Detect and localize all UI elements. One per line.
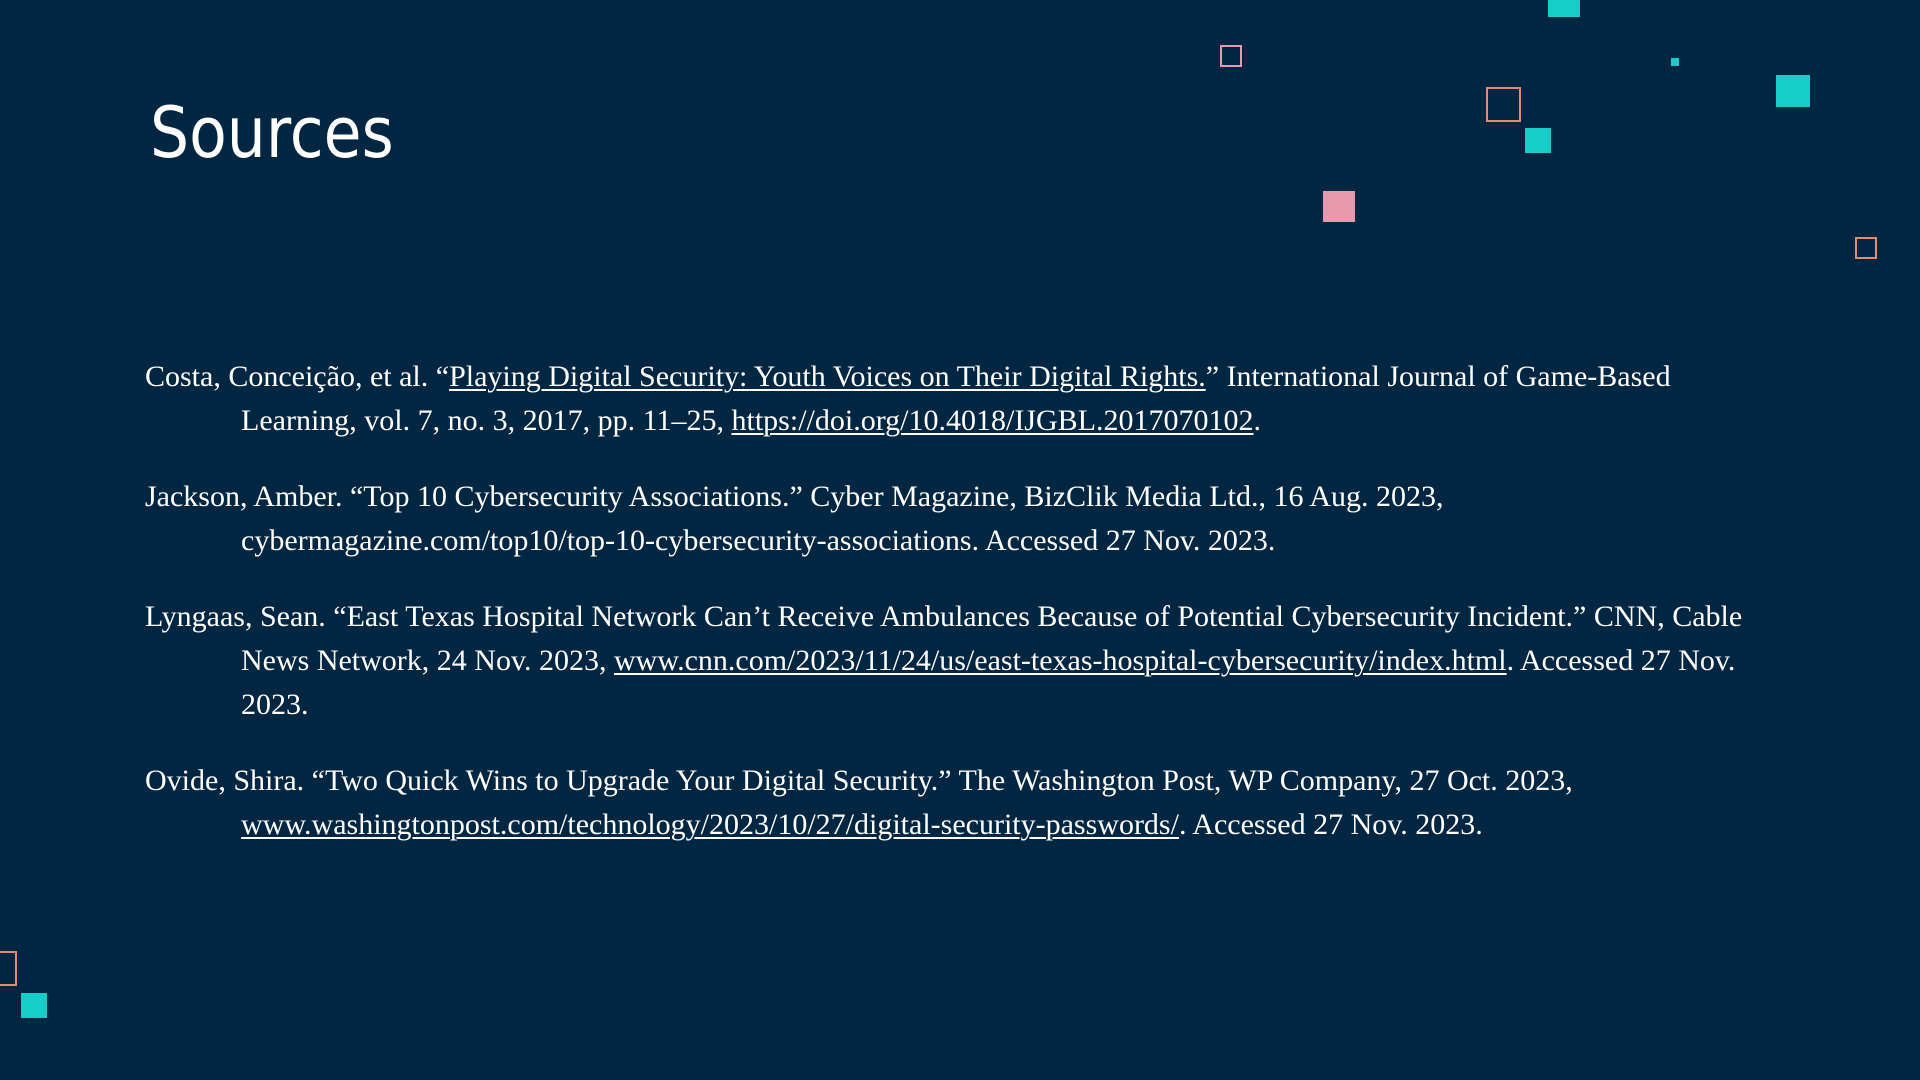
reference-item: Ovide, Shira. “Two Quick Wins to Upgrade… [145, 759, 1785, 847]
reference-item: Jackson, Amber. “Top 10 Cybersecurity As… [145, 475, 1785, 563]
reference-text: . [1253, 404, 1261, 437]
page-title: Sources [150, 92, 394, 174]
reference-url-link[interactable]: www.cnn.com/2023/11/24/us/east-texas-hos… [614, 644, 1507, 677]
reference-text: Ovide, Shira. “Two Quick Wins to Upgrade… [145, 764, 1573, 797]
reference-list: Costa, Conceição, et al. “Playing Digita… [145, 355, 1785, 879]
reference-item: Lyngaas, Sean. “East Texas Hospital Netw… [145, 595, 1785, 727]
decor-square-outline [0, 951, 17, 986]
reference-title-link[interactable]: Playing Digital Security: Youth Voices o… [449, 360, 1206, 393]
reference-text: Jackson, Amber. “Top 10 Cybersecurity As… [145, 480, 1444, 557]
decor-square-outline [1855, 237, 1877, 259]
reference-text: Costa, Conceição, et al. “ [145, 360, 450, 393]
reference-url-link[interactable]: https://doi.org/10.4018/IJGBL.2017070102 [732, 404, 1254, 437]
decor-square-teal [1548, 0, 1580, 17]
decor-square-outline [1220, 45, 1242, 67]
decor-square-teal [21, 993, 47, 1018]
decor-square-teal [1525, 128, 1551, 153]
reference-url-link[interactable]: www.washingtonpost.com/technology/2023/1… [241, 808, 1179, 841]
reference-item: Costa, Conceição, et al. “Playing Digita… [145, 355, 1785, 443]
decor-square-teal [1671, 58, 1679, 66]
slide: Sources Costa, Conceição, et al. “Playin… [0, 0, 1920, 1080]
decor-square-teal [1776, 75, 1810, 107]
decor-square-outline [1486, 87, 1521, 122]
reference-text: . Accessed 27 Nov. 2023. [1178, 808, 1483, 841]
decor-square-pink [1323, 191, 1355, 222]
